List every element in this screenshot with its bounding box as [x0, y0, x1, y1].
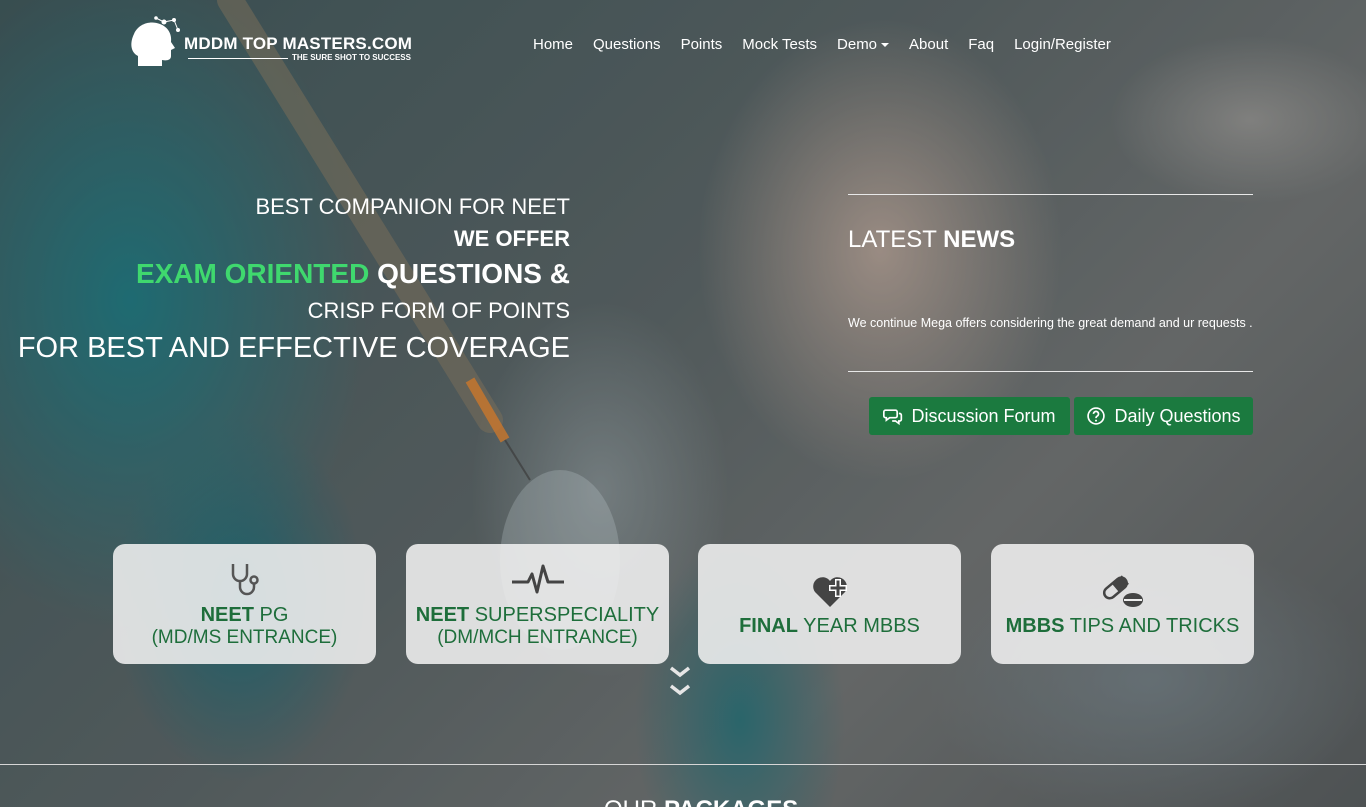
nav-mock-tests[interactable]: Mock Tests: [742, 36, 817, 53]
pills-icon: [1102, 574, 1143, 607]
card-neet-pg-title: NEET PG: [201, 604, 289, 627]
card-neet-ss-bold: NEET: [415, 603, 470, 626]
news-heading-bold: NEWS: [943, 226, 1016, 253]
hero-line-3-rest: QUESTIONS &: [369, 258, 570, 289]
card-mbbs-tips-rest: TIPS AND TRICKS: [1064, 614, 1240, 637]
card-mbbs-tips-bold: MBBS: [1005, 614, 1065, 637]
nav-points[interactable]: Points: [681, 36, 723, 53]
hero-line-2: WE OFFER: [453, 226, 570, 251]
nav-about[interactable]: About: [909, 36, 948, 53]
card-neet-pg[interactable]: NEET PG (MD/MS ENTRANCE): [113, 544, 376, 664]
discussion-forum-button[interactable]: Discussion Forum: [869, 397, 1070, 435]
daily-questions-button[interactable]: Daily Questions: [1074, 397, 1253, 435]
brand-name: MDDM TOP MASTERS.COM: [184, 34, 413, 53]
main-nav: Home Questions Points Mock Tests Demo Ab…: [533, 36, 1111, 53]
card-neet-ss-title: NEET SUPERSPECIALITY: [416, 604, 659, 627]
card-final-year-title: FINAL YEAR MBBS: [739, 615, 920, 638]
nav-login-register[interactable]: Login/Register: [1014, 36, 1111, 53]
card-neet-pg-bold: NEET: [200, 603, 254, 626]
card-mbbs-tips-title: MBBS TIPS AND TRICKS: [1006, 615, 1240, 638]
card-neet-pg-rest: PG: [253, 603, 289, 626]
heartbeat-icon: [511, 564, 564, 593]
hero-line-5: FOR BEST AND EFFECTIVE COVERAGE: [17, 332, 570, 364]
daily-questions-label: Daily Questions: [1114, 405, 1241, 426]
nav-demo-label: Demo: [837, 36, 878, 53]
hero-line-1: BEST COMPANION FOR NEET: [255, 194, 570, 219]
brain-head-icon: [131, 16, 180, 66]
scroll-down-chevron-icon[interactable]: [668, 664, 692, 704]
brand-tagline: THE SURE SHOT TO SUCCESS: [292, 53, 411, 62]
stethoscope-icon: [231, 563, 259, 595]
card-neet-ss-rest: SUPERSPECIALITY: [469, 603, 660, 626]
hero-highlight: EXAM ORIENTED: [135, 258, 370, 289]
news-heading: LATEST NEWS: [848, 226, 1015, 254]
section-divider: [0, 764, 1366, 765]
card-neet-superspeciality[interactable]: NEET SUPERSPECIALITY (DM/MCH ENTRANCE): [406, 544, 669, 664]
site-logo[interactable]: MDDM TOP MASTERS.COM THE SURE SHOT TO SU…: [128, 12, 418, 74]
hero-tagline: BEST COMPANION FOR NEET WE OFFER EXAM OR…: [18, 194, 570, 365]
packages-heading-light: OUR: [604, 796, 664, 807]
news-top-divider: [848, 194, 1253, 195]
card-final-year-rest: YEAR MBBS: [797, 614, 920, 637]
card-mbbs-tips[interactable]: MBBS TIPS AND TRICKS: [991, 544, 1254, 664]
card-neet-ss-subtitle: (DM/MCH ENTRANCE): [437, 626, 638, 648]
brand-divider: [188, 58, 288, 59]
caret-down-icon: [881, 43, 890, 48]
question-circle-icon: [1087, 407, 1106, 425]
card-final-year-bold: FINAL: [739, 614, 798, 637]
card-final-year-mbbs[interactable]: FINAL YEAR MBBS: [698, 544, 961, 664]
hero-line-4: CRISP FORM OF POINTS: [307, 298, 570, 323]
comments-icon: [883, 409, 903, 426]
nav-questions[interactable]: Questions: [593, 36, 661, 53]
packages-heading: OUR PACKAGES: [604, 796, 798, 807]
heart-plus-icon: [812, 576, 847, 607]
news-bottom-divider: [848, 371, 1253, 372]
nav-demo-dropdown[interactable]: Demo: [837, 36, 890, 53]
packages-heading-bold: PACKAGES: [664, 796, 798, 807]
news-ticker-text[interactable]: We continue Mega offers considering the …: [848, 316, 1253, 330]
nav-home[interactable]: Home: [533, 36, 573, 53]
hero-line-3: EXAM ORIENTED QUESTIONS &: [18, 258, 570, 290]
nav-faq[interactable]: Faq: [968, 36, 994, 53]
discussion-forum-label: Discussion Forum: [911, 405, 1056, 426]
card-neet-pg-subtitle: (MD/MS ENTRANCE): [151, 626, 338, 648]
news-heading-light: LATEST: [848, 226, 944, 253]
